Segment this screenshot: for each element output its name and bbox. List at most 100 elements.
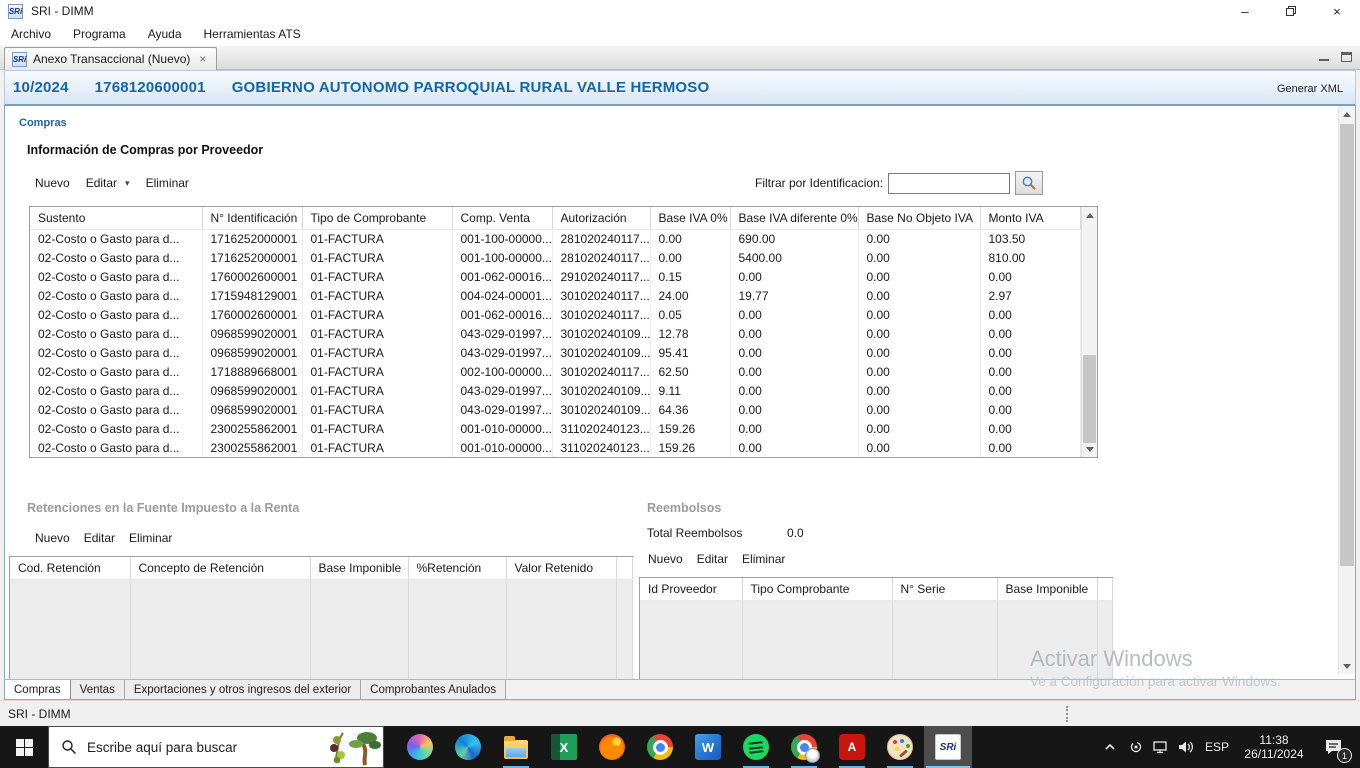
scroll-up-icon[interactable] — [1339, 106, 1355, 122]
column-header[interactable]: Sustento — [30, 207, 203, 230]
table-scrollbar[interactable] — [1080, 207, 1098, 457]
bottom-tab[interactable]: Ventas — [70, 680, 125, 699]
column-header[interactable]: Base IVA diferente 0% — [730, 207, 859, 230]
editar-button[interactable]: Editar — [84, 531, 115, 545]
column-header[interactable]: Cod. Retención — [10, 557, 131, 580]
windows-logo-icon — [15, 738, 33, 756]
scroll-down-icon[interactable] — [1082, 441, 1098, 457]
column-header[interactable]: Base IVA 0% — [650, 207, 731, 230]
table-row[interactable]: 02-Costo o Gasto para d... 1716252000001 … — [30, 248, 1081, 267]
explorer-icon[interactable] — [492, 726, 540, 768]
eliminar-button[interactable]: Eliminar — [146, 176, 189, 190]
language-indicator[interactable]: ESP — [1198, 726, 1236, 768]
menu-item[interactable]: Archivo — [0, 22, 62, 46]
excel-icon[interactable]: X — [540, 726, 588, 768]
column-header[interactable]: Comp. Venta — [452, 207, 553, 230]
eliminar-button[interactable]: Eliminar — [742, 552, 785, 566]
acrobat-icon[interactable]: A — [828, 726, 876, 768]
firefox-icon[interactable] — [588, 726, 636, 768]
spotify-icon[interactable] — [732, 726, 780, 768]
menu-item[interactable]: Ayuda — [137, 22, 193, 46]
paint-icon[interactable] — [876, 726, 924, 768]
minimize-icon: – — [1241, 3, 1249, 19]
column-header[interactable] — [1097, 578, 1113, 601]
filter-group: Filtrar por Identificacion: — [755, 171, 1044, 195]
caret-down-icon[interactable]: ▾ — [125, 178, 130, 189]
column-header[interactable]: Concepto de Retención — [130, 557, 311, 580]
column-header[interactable]: Valor Retenido — [506, 557, 617, 580]
sri-icon[interactable]: SRi — [924, 726, 972, 768]
column-header[interactable]: Tipo Comprobante — [742, 578, 893, 601]
restore-icon — [1286, 6, 1296, 16]
table-row[interactable]: 02-Costo o Gasto para d... 1716252000001 … — [30, 229, 1081, 248]
tab-anexo-transaccional[interactable]: SRi Anexo Transaccional (Nuevo) × — [4, 47, 218, 70]
menu-item[interactable]: Programa — [62, 22, 137, 46]
restore-button[interactable] — [1268, 0, 1314, 22]
table-row[interactable]: 02-Costo o Gasto para d... 2300255862001 … — [30, 419, 1081, 438]
view-minimize-icon[interactable] — [1319, 53, 1329, 62]
menu-item[interactable]: Herramientas ATS — [193, 22, 312, 46]
panel-scrollbar[interactable] — [1338, 106, 1355, 674]
column-header[interactable]: Base No Objeto IVA — [858, 207, 981, 230]
chrome-profile-icon[interactable] — [780, 726, 828, 768]
tab-close-icon[interactable]: × — [196, 52, 209, 66]
edge-icon[interactable] — [444, 726, 492, 768]
generar-xml-button[interactable]: Generar XML — [1277, 83, 1343, 95]
eliminar-button[interactable]: Eliminar — [129, 531, 172, 545]
copilot-icon[interactable] — [396, 726, 444, 768]
action-center-button[interactable]: 1 — [1312, 726, 1356, 768]
column-header[interactable]: Base Imponible — [310, 557, 409, 580]
bottom-tab[interactable]: Comprobantes Anulados — [361, 680, 507, 699]
column-header[interactable]: Base Imponible — [997, 578, 1098, 601]
compras-toolbar: Nuevo Editar ▾ Eliminar — [35, 176, 189, 190]
editar-button[interactable]: Editar — [697, 552, 728, 566]
column-header[interactable]: Autorización — [552, 207, 651, 230]
word-icon[interactable]: W — [684, 726, 732, 768]
sync-app-icon[interactable] — [1123, 726, 1148, 768]
table-row[interactable]: 02-Costo o Gasto para d... 1760002600001 … — [30, 267, 1081, 286]
editar-button[interactable]: Editar — [86, 176, 117, 190]
column-header[interactable]: Id Proveedor — [640, 578, 743, 601]
taskbar-search[interactable]: Escribe aquí para buscar — [48, 726, 384, 768]
tray-chevron-icon[interactable] — [1097, 726, 1123, 768]
scroll-thumb[interactable] — [1340, 124, 1354, 566]
view-maximize-icon[interactable] — [1341, 52, 1352, 62]
scroll-thumb[interactable] — [1082, 355, 1096, 443]
filter-identificacion-input[interactable] — [888, 172, 1011, 194]
status-text: SRI - DIMM — [8, 706, 71, 721]
bottom-tab[interactable]: Exportaciones y otros ingresos del exter… — [124, 680, 362, 699]
network-icon[interactable] — [1148, 726, 1173, 768]
table-row[interactable]: 02-Costo o Gasto para d... 0968599020001 … — [30, 343, 1081, 362]
column-header[interactable] — [616, 557, 633, 580]
table-row[interactable]: 02-Costo o Gasto para d... 0968599020001 … — [30, 400, 1081, 419]
clock[interactable]: 11:38 26/11/2024 — [1236, 726, 1312, 768]
search-button[interactable] — [1015, 171, 1044, 195]
tab-label: Anexo Transaccional (Nuevo) — [33, 52, 191, 66]
table-row[interactable]: 02-Costo o Gasto para d... 1715948129001 … — [30, 286, 1081, 305]
start-button[interactable] — [0, 726, 48, 768]
scroll-down-icon[interactable] — [1339, 658, 1355, 674]
column-header[interactable]: N° Serie — [892, 578, 998, 601]
bottom-tab[interactable]: Compras — [5, 680, 71, 699]
table-row[interactable]: 02-Costo o Gasto para d... 0968599020001 … — [30, 324, 1081, 343]
column-header[interactable]: Monto IVA — [980, 207, 1081, 230]
search-placeholder: Escribe aquí para buscar — [87, 739, 238, 755]
table-row[interactable]: 02-Costo o Gasto para d... 1760002600001 … — [30, 305, 1081, 324]
table-row[interactable]: 02-Costo o Gasto para d... 2300255862001 … — [30, 438, 1081, 457]
section-label-compras: Compras — [19, 117, 67, 129]
column-header[interactable]: Tipo de Comprobante — [302, 207, 453, 230]
scroll-up-icon[interactable] — [1082, 207, 1098, 223]
column-header[interactable]: %Retención — [408, 557, 507, 580]
nuevo-button[interactable]: Nuevo — [35, 176, 70, 190]
table-row[interactable]: 02-Costo o Gasto para d... 0968599020001 … — [30, 381, 1081, 400]
screen: SRi SRI - DIMM – × Archivo Programa Ayuda H… — [0, 0, 1360, 768]
minimize-button[interactable]: – — [1222, 0, 1268, 22]
status-separator — [1066, 706, 1068, 722]
close-button[interactable]: × — [1314, 0, 1360, 22]
chrome-icon[interactable] — [636, 726, 684, 768]
nuevo-button[interactable]: Nuevo — [35, 531, 70, 545]
nuevo-button[interactable]: Nuevo — [648, 552, 683, 566]
column-header[interactable]: N° Identificación — [202, 207, 303, 230]
volume-icon[interactable] — [1173, 726, 1198, 768]
table-row[interactable]: 02-Costo o Gasto para d... 1718889668001 … — [30, 362, 1081, 381]
